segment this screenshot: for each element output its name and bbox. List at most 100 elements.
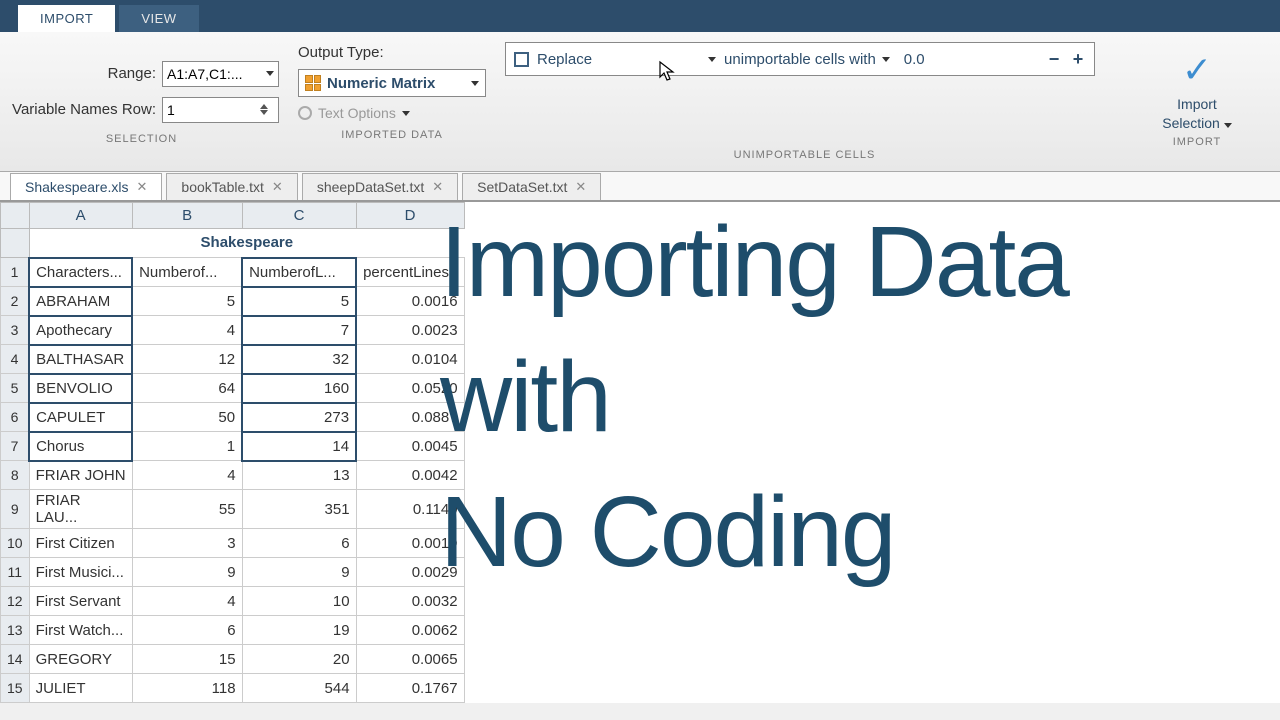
data-cell[interactable]: 15: [132, 645, 242, 674]
data-cell[interactable]: 4: [132, 587, 242, 616]
data-cell[interactable]: 9: [242, 558, 356, 587]
data-cell[interactable]: 64: [132, 374, 242, 403]
file-tab[interactable]: Shakespeare.xls✕: [10, 173, 162, 200]
close-icon[interactable]: ✕: [575, 179, 586, 195]
data-cell[interactable]: First Musici...: [29, 558, 132, 587]
group-label: UNIMPORTABLE CELLS: [505, 149, 1104, 161]
row-num[interactable]: 3: [1, 316, 30, 345]
row-num[interactable]: 6: [1, 403, 30, 432]
row-num[interactable]: 15: [1, 674, 30, 703]
row-num[interactable]: 9: [1, 490, 30, 529]
data-cell[interactable]: 544: [242, 674, 356, 703]
col-header[interactable]: B: [132, 203, 242, 229]
data-cell[interactable]: 6: [132, 616, 242, 645]
close-icon[interactable]: ✕: [432, 179, 443, 195]
data-cell[interactable]: Chorus: [29, 432, 132, 461]
range-label: Range:: [4, 65, 156, 82]
row-num[interactable]: 14: [1, 645, 30, 674]
data-cell[interactable]: 19: [242, 616, 356, 645]
row-num[interactable]: 12: [1, 587, 30, 616]
row-num[interactable]: 13: [1, 616, 30, 645]
data-cell[interactable]: 5: [132, 287, 242, 316]
data-cell[interactable]: GREGORY: [29, 645, 132, 674]
row-num[interactable]: 10: [1, 529, 30, 558]
import-selection-button[interactable]: Import Selection: [1162, 95, 1231, 131]
data-cell[interactable]: 0.0065: [356, 645, 464, 674]
data-cell[interactable]: BALTHASAR: [29, 345, 132, 374]
gear-icon: [298, 106, 312, 120]
data-cell[interactable]: CAPULET: [29, 403, 132, 432]
data-cell[interactable]: 32: [242, 345, 356, 374]
row-num[interactable]: 2: [1, 287, 30, 316]
data-cell[interactable]: JULIET: [29, 674, 132, 703]
file-tabs: Shakespeare.xls✕ bookTable.txt✕ sheepDat…: [0, 172, 1280, 202]
selection-group: Range: A1:A7,C1:... Variable Names Row: …: [0, 32, 290, 171]
spinner-icon[interactable]: [260, 104, 274, 115]
data-cell[interactable]: 10: [242, 587, 356, 616]
row-num[interactable]: 8: [1, 461, 30, 490]
row-num[interactable]: 5: [1, 374, 30, 403]
chevron-down-icon: [266, 71, 274, 76]
output-type-select[interactable]: Numeric Matrix: [298, 69, 486, 97]
file-tab[interactable]: bookTable.txt✕: [166, 173, 297, 200]
plus-button[interactable]: +: [1070, 49, 1086, 70]
row-num[interactable]: 4: [1, 345, 30, 374]
data-cell[interactable]: 118: [132, 674, 242, 703]
data-cell[interactable]: ABRAHAM: [29, 287, 132, 316]
cursor-icon: [658, 60, 676, 88]
row-num[interactable]: 11: [1, 558, 30, 587]
data-cell[interactable]: FRIAR LAU...: [29, 490, 132, 529]
data-cell[interactable]: 0.0032: [356, 587, 464, 616]
header-cell[interactable]: Characters...: [29, 258, 132, 287]
close-icon[interactable]: ✕: [272, 179, 283, 195]
checkbox-icon[interactable]: [514, 52, 529, 67]
data-cell[interactable]: 0.1767: [356, 674, 464, 703]
range-input[interactable]: A1:A7,C1:...: [162, 61, 279, 87]
data-cell[interactable]: BENVOLIO: [29, 374, 132, 403]
matrix-icon: [305, 75, 321, 91]
check-icon[interactable]: ✓: [1182, 49, 1212, 91]
chevron-down-icon: [402, 111, 410, 116]
minus-button[interactable]: −: [1046, 49, 1062, 70]
data-cell[interactable]: First Servant: [29, 587, 132, 616]
header-cell[interactable]: Numberof...: [132, 258, 242, 287]
data-cell[interactable]: 1: [132, 432, 242, 461]
data-cell[interactable]: 3: [132, 529, 242, 558]
data-cell[interactable]: 55: [132, 490, 242, 529]
data-cell[interactable]: 9: [132, 558, 242, 587]
data-cell[interactable]: 160: [242, 374, 356, 403]
data-grid[interactable]: ABCDShakespeare1Characters...Numberof...…: [0, 202, 465, 703]
col-header[interactable]: C: [242, 203, 356, 229]
header-cell[interactable]: NumberofL...: [242, 258, 356, 287]
data-cell[interactable]: FRIAR JOHN: [29, 461, 132, 490]
data-cell[interactable]: 12: [132, 345, 242, 374]
text-options-button[interactable]: Text Options: [298, 105, 486, 121]
data-cell[interactable]: 4: [132, 316, 242, 345]
close-icon[interactable]: ✕: [137, 179, 148, 195]
tab-view[interactable]: VIEW: [119, 5, 198, 32]
tab-import[interactable]: IMPORT: [18, 5, 115, 32]
data-cell[interactable]: 50: [132, 403, 242, 432]
chevron-down-icon: [882, 57, 890, 62]
data-cell[interactable]: 5: [242, 287, 356, 316]
var-names-row-input[interactable]: 1: [162, 97, 279, 123]
data-cell[interactable]: 13: [242, 461, 356, 490]
data-cell[interactable]: 14: [242, 432, 356, 461]
row-num[interactable]: 7: [1, 432, 30, 461]
data-cell[interactable]: 0.0062: [356, 616, 464, 645]
col-header[interactable]: A: [29, 203, 132, 229]
chevron-down-icon: [471, 81, 479, 86]
data-cell[interactable]: Apothecary: [29, 316, 132, 345]
data-cell[interactable]: 20: [242, 645, 356, 674]
data-cell[interactable]: 351: [242, 490, 356, 529]
row-num[interactable]: 1: [1, 258, 30, 287]
data-cell[interactable]: 6: [242, 529, 356, 558]
file-tab[interactable]: sheepDataSet.txt✕: [302, 173, 458, 200]
replace-rule-row[interactable]: Replace unimportable cells with 0.0 − +: [505, 42, 1095, 76]
data-cell[interactable]: First Citizen: [29, 529, 132, 558]
data-cell[interactable]: 273: [242, 403, 356, 432]
data-cell[interactable]: 7: [242, 316, 356, 345]
data-cell[interactable]: 4: [132, 461, 242, 490]
data-cell[interactable]: First Watch...: [29, 616, 132, 645]
file-tab[interactable]: SetDataSet.txt✕: [462, 173, 601, 200]
